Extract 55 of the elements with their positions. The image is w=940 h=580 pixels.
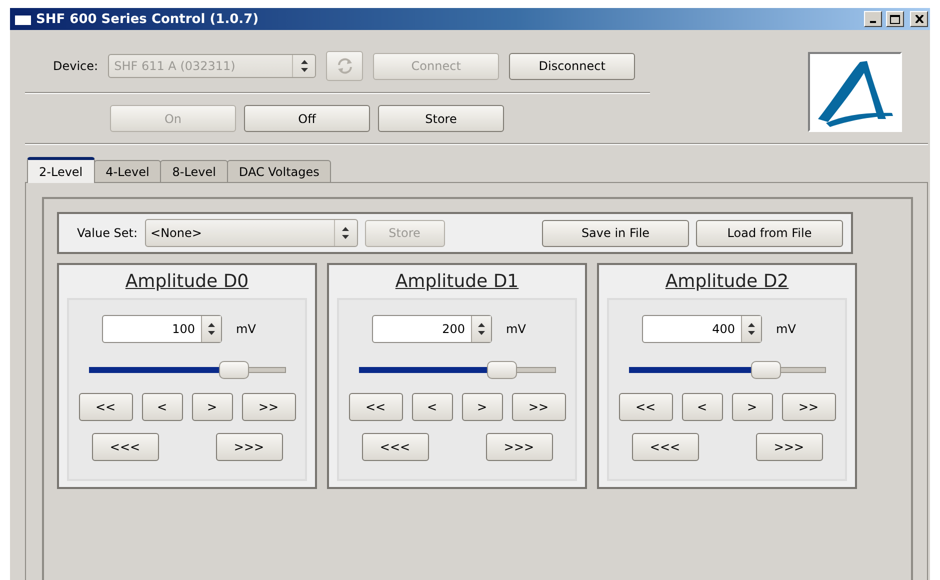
jump-button[interactable]: >>> bbox=[486, 433, 552, 461]
up-down-arrows-icon bbox=[477, 322, 486, 336]
slider-thumb[interactable] bbox=[751, 361, 781, 379]
refresh-icon bbox=[336, 57, 354, 75]
step-button[interactable]: < bbox=[682, 393, 722, 421]
disconnect-button[interactable]: Disconnect bbox=[509, 52, 636, 80]
up-down-arrows-icon bbox=[300, 59, 309, 73]
save-button[interactable]: Save in File bbox=[542, 220, 689, 246]
close-icon bbox=[914, 15, 924, 23]
up-down-arrows-icon bbox=[341, 226, 350, 240]
step-button[interactable]: << bbox=[348, 393, 402, 421]
maximize-button[interactable] bbox=[886, 11, 904, 27]
window-icon bbox=[14, 12, 32, 26]
slider-thumb[interactable] bbox=[218, 361, 249, 379]
tab[interactable]: 2-Level bbox=[27, 157, 95, 183]
slider-thumb[interactable] bbox=[486, 361, 517, 379]
unit-label: mV bbox=[776, 322, 796, 336]
jump-button[interactable]: >>> bbox=[756, 433, 822, 461]
unit-label: mV bbox=[506, 322, 526, 336]
maximize-icon bbox=[890, 14, 900, 24]
step-button[interactable]: > bbox=[732, 393, 772, 421]
step-button[interactable]: >> bbox=[242, 393, 296, 421]
step-button[interactable]: >> bbox=[782, 393, 836, 421]
value-set-label: Value Set: bbox=[77, 226, 138, 240]
step-button[interactable]: << bbox=[78, 393, 132, 421]
tab[interactable]: DAC Voltages bbox=[226, 160, 332, 182]
minimize-button[interactable] bbox=[864, 11, 882, 27]
value-spinbox[interactable]: 400 bbox=[642, 315, 762, 343]
jump-button[interactable]: <<< bbox=[632, 433, 698, 461]
window-title: SHF 600 Series Control (1.0.7) bbox=[36, 12, 260, 26]
value-spinbox[interactable]: 100 bbox=[102, 315, 222, 343]
value-set-select[interactable]: <None> bbox=[144, 219, 358, 247]
step-button[interactable]: > bbox=[192, 393, 232, 421]
close-button[interactable] bbox=[910, 11, 928, 27]
panel-title: Amplitude D2 bbox=[665, 271, 789, 292]
jump-button[interactable]: <<< bbox=[362, 433, 428, 461]
jump-button[interactable]: <<< bbox=[92, 433, 158, 461]
store-button[interactable]: Store bbox=[378, 105, 504, 132]
up-down-arrows-icon bbox=[207, 322, 216, 336]
tab[interactable]: 4-Level bbox=[94, 160, 162, 182]
step-button[interactable]: > bbox=[462, 393, 502, 421]
step-button[interactable]: < bbox=[142, 393, 182, 421]
tab[interactable]: 8-Level bbox=[160, 160, 228, 182]
step-button[interactable]: >> bbox=[512, 393, 566, 421]
load-button[interactable]: Load from File bbox=[696, 220, 843, 246]
step-button[interactable]: << bbox=[618, 393, 672, 421]
off-button[interactable]: Off bbox=[244, 105, 370, 132]
step-button[interactable]: < bbox=[412, 393, 452, 421]
panel-title: Amplitude D1 bbox=[395, 271, 519, 292]
unit-label: mV bbox=[236, 322, 256, 336]
up-down-arrows-icon bbox=[747, 322, 756, 336]
value-spinbox[interactable]: 200 bbox=[372, 315, 492, 343]
panel-title: Amplitude D0 bbox=[125, 271, 249, 292]
jump-button[interactable]: >>> bbox=[216, 433, 282, 461]
device-label: Device: bbox=[53, 59, 98, 73]
